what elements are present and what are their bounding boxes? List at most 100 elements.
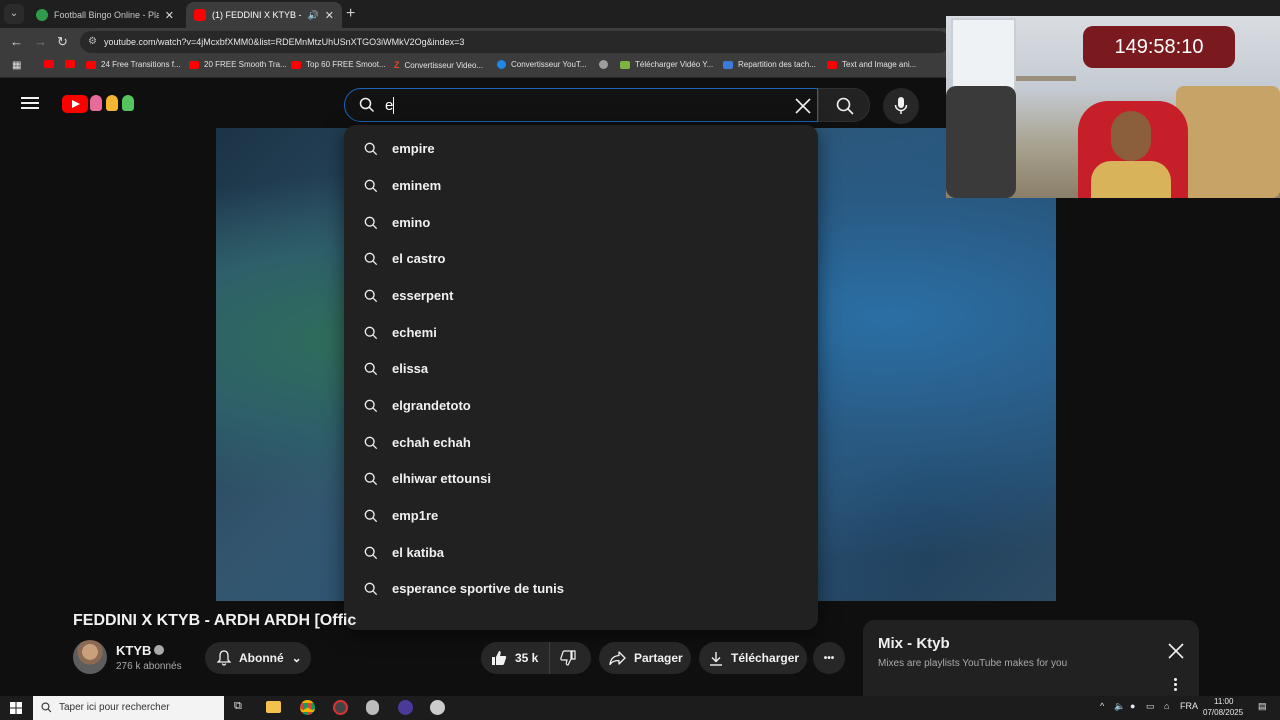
tray-overflow-icon[interactable]: ^	[1100, 701, 1104, 711]
windows-start-icon[interactable]	[10, 702, 22, 714]
suggestion-item[interactable]: echah echah	[344, 425, 818, 461]
reload-icon[interactable]: ↻	[57, 34, 68, 50]
tab-football-bingo[interactable]: Football Bingo Online - Play Now ✕	[28, 2, 182, 28]
file-explorer-icon[interactable]	[266, 701, 281, 713]
search-icon	[364, 362, 378, 376]
search-icon	[364, 546, 378, 560]
suggestion-item[interactable]: empire	[344, 131, 818, 167]
bookmark-item[interactable]: Top 60 FREE Smoot...	[291, 60, 386, 69]
bookmark-item[interactable]: 24 Free Transitions f...	[86, 60, 181, 69]
apps-icon[interactable]: ▦	[12, 60, 21, 71]
share-icon	[609, 651, 626, 665]
bookmark-item[interactable]: Télécharger Vidéo Y...	[620, 60, 713, 69]
search-input[interactable]: e	[344, 88, 818, 122]
notifications-icon[interactable]: ▤	[1258, 701, 1267, 712]
tab-title: (1) FEDDINI X KTYB - ARDH	[212, 10, 302, 20]
bookmark-item[interactable]	[65, 60, 75, 68]
tab-search-button[interactable]: ⌄	[4, 4, 24, 24]
taskbar-search-field[interactable]: Taper ici pour rechercher	[33, 696, 224, 720]
forward-icon[interactable]: →	[34, 34, 47, 49]
search-icon	[364, 472, 378, 486]
new-tab-button[interactable]: +	[346, 5, 355, 23]
bookmark-item[interactable]: Text and Image ani...	[827, 60, 916, 69]
chrome-icon[interactable]	[300, 700, 315, 715]
bookmark-item[interactable]: Convertisseur YouT...	[497, 60, 587, 69]
volume-icon[interactable]: 🔈	[1114, 701, 1125, 712]
suggestion-item[interactable]: elgrandetoto	[344, 388, 818, 424]
url-field[interactable]: ⚙ youtube.com/watch?v=4jMcxbfXMM0&list=R…	[80, 31, 950, 53]
suggestion-item[interactable]: el castro	[344, 241, 818, 277]
suggestion-item[interactable]: elissa	[344, 351, 818, 387]
suggestion-text: esserpent	[392, 288, 454, 303]
clock-time[interactable]: 11:00	[1214, 697, 1233, 706]
bookmark-item[interactable]	[44, 60, 54, 68]
channel-name[interactable]: KTYB	[116, 643, 151, 658]
suggestion-item[interactable]: esserpent	[344, 278, 818, 314]
search-button[interactable]	[818, 88, 870, 122]
youtube-logo[interactable]	[62, 95, 88, 113]
more-actions-button[interactable]: •••	[813, 642, 845, 674]
search-icon	[364, 142, 378, 156]
close-icon[interactable]: ✕	[165, 9, 174, 22]
suggestion-text: emino	[392, 215, 431, 230]
suggestion-item[interactable]: echemi	[344, 315, 818, 351]
channel-avatar[interactable]	[73, 640, 107, 674]
stream-timer: 149:58:10	[1083, 26, 1235, 68]
youtube-icon	[189, 60, 199, 69]
menu-icon[interactable]	[21, 97, 39, 109]
back-icon[interactable]: ←	[10, 34, 23, 49]
language-indicator[interactable]: FRA	[1180, 701, 1198, 711]
youtube-icon	[86, 60, 96, 69]
suggestion-item[interactable]: emp1re	[344, 498, 818, 534]
verified-badge-icon	[154, 645, 164, 655]
thumbs-up-icon	[492, 651, 507, 665]
site-info-icon[interactable]: ⚙	[88, 31, 97, 53]
suggestion-item[interactable]: el katiba	[344, 535, 818, 571]
mix-title: Mix - Ktyb	[878, 635, 950, 652]
youtube-icon	[65, 60, 75, 68]
network-icon[interactable]: ⌂	[1164, 701, 1169, 711]
app-icon[interactable]	[333, 700, 348, 715]
app-icon[interactable]	[366, 700, 379, 715]
chevron-down-icon: ⌄	[291, 651, 302, 665]
suggestion-text: echah echah	[392, 435, 471, 450]
bingo-favicon-icon	[36, 9, 48, 21]
playlist-menu-icon[interactable]	[1174, 678, 1177, 692]
task-view-icon[interactable]: ⧉	[234, 700, 242, 713]
person-head-shape	[1111, 111, 1151, 161]
mix-playlist-panel: Mix - Ktyb Mixes are playlists YouTube m…	[863, 620, 1199, 700]
share-label: Partager	[634, 651, 683, 665]
monitor-icon[interactable]: ▭	[1146, 701, 1155, 712]
microphone-icon[interactable]: ●	[1130, 701, 1135, 711]
like-button[interactable]: 35 k	[481, 642, 549, 674]
voice-search-button[interactable]	[883, 88, 919, 124]
close-icon[interactable]: ✕	[325, 9, 334, 22]
suggestion-item[interactable]: esperance sportive de tunis	[344, 571, 818, 607]
bookmark-label: Télécharger Vidéo Y...	[635, 60, 714, 69]
download-button[interactable]: Télécharger	[699, 642, 807, 674]
bookmark-item[interactable]: 20 FREE Smooth Tra...	[189, 60, 287, 69]
subscribed-button[interactable]: Abonné ⌄	[205, 642, 311, 674]
thumbs-down-icon	[560, 650, 576, 666]
bookmark-item[interactable]: Repartition des tach...	[723, 60, 816, 69]
converter-icon	[497, 60, 506, 69]
speaker-icon[interactable]: 🔊	[308, 10, 319, 21]
suggestion-item[interactable]: eminem	[344, 168, 818, 204]
close-icon[interactable]	[1168, 643, 1184, 659]
search-icon	[364, 179, 378, 193]
clock-date[interactable]: 07/08/2025	[1203, 708, 1243, 717]
share-button[interactable]: Partager	[599, 642, 691, 674]
suggestion-item[interactable]: elhiwar ettounsi	[344, 461, 818, 497]
suggestion-text: empire	[392, 141, 435, 156]
docs-icon	[723, 60, 733, 69]
clear-icon[interactable]	[793, 96, 813, 116]
tab-youtube-video[interactable]: (1) FEDDINI X KTYB - ARDH 🔊 ✕	[186, 2, 342, 28]
media-player-icon[interactable]	[398, 700, 413, 715]
more-icon: •••	[823, 652, 835, 664]
subscriber-count: 276 k abonnés	[116, 661, 182, 672]
bookmark-item[interactable]: Z Convertisseur Video...	[394, 60, 483, 70]
suggestion-item[interactable]: emino	[344, 205, 818, 241]
dislike-button[interactable]	[549, 642, 591, 674]
bookmark-item[interactable]	[599, 60, 608, 69]
app-icon[interactable]	[430, 700, 445, 715]
